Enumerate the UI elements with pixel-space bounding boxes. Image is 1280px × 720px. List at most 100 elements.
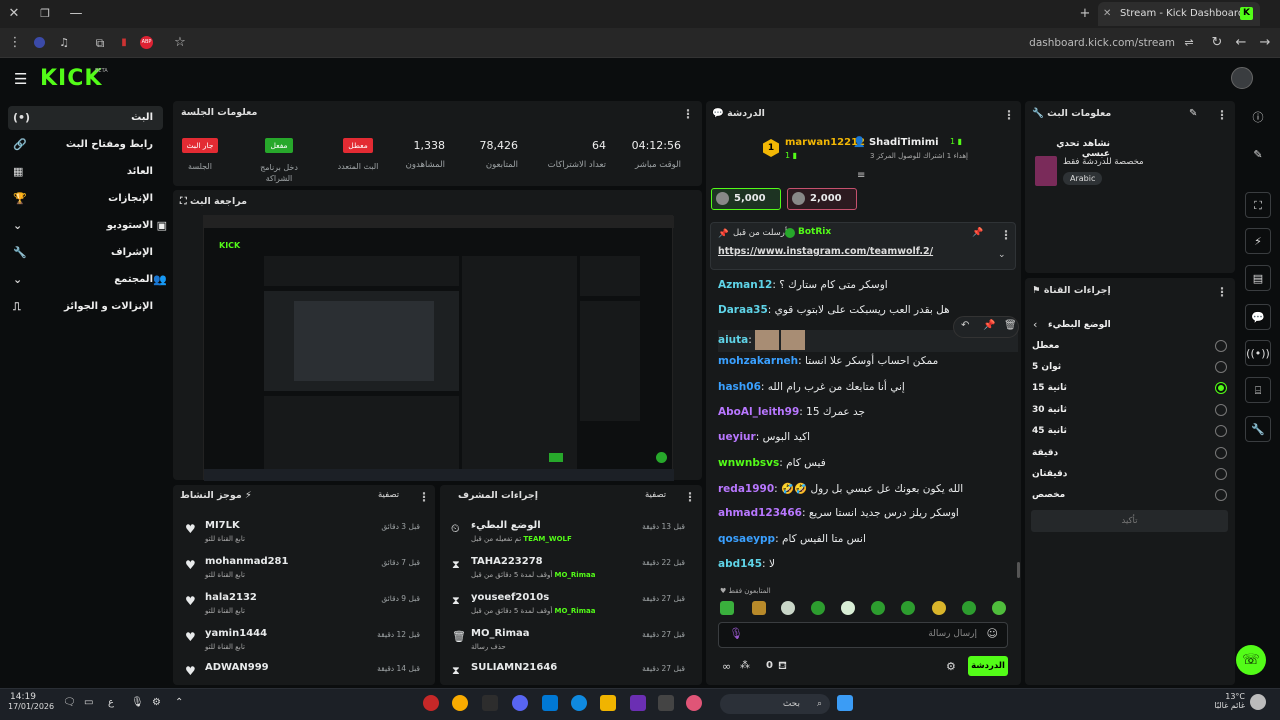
emote-icon[interactable] bbox=[992, 601, 1006, 615]
emote-icon[interactable] bbox=[811, 601, 825, 615]
extension-icon[interactable] bbox=[34, 37, 45, 48]
tab-close-icon[interactable]: ✕ bbox=[1103, 2, 1111, 26]
notification-icon[interactable]: 🗨 bbox=[63, 697, 76, 708]
reload-icon[interactable]: ↻ bbox=[1205, 31, 1229, 55]
stream-info-menu-icon[interactable]: ⋮ bbox=[1216, 109, 1228, 121]
modactions-toggle-icon[interactable]: ⌸ bbox=[1245, 377, 1271, 403]
activity-toggle-icon[interactable]: ⚡ bbox=[1245, 228, 1271, 254]
channel-actions-toggle-icon[interactable]: 🔧 bbox=[1245, 416, 1271, 442]
sidebar-item-moderation[interactable]: 🔧 الإشراف bbox=[8, 241, 163, 265]
microphone-tray-icon[interactable]: 🎙 bbox=[131, 697, 144, 708]
chat-username[interactable]: aiuta bbox=[718, 334, 748, 346]
activity-menu-icon[interactable]: ⋮ bbox=[418, 491, 430, 503]
emote-icon[interactable] bbox=[932, 601, 946, 615]
chat-username[interactable]: abd145 bbox=[718, 558, 762, 570]
tray-expand-icon[interactable]: ⌃ bbox=[175, 697, 183, 708]
chat-username[interactable]: Azman12 bbox=[718, 279, 772, 291]
emote-icon[interactable] bbox=[720, 601, 734, 615]
unpin-icon[interactable]: 📌 bbox=[972, 228, 983, 238]
slow-mode-option-2m[interactable] bbox=[1215, 468, 1227, 480]
restore-window-icon[interactable]: ❐ bbox=[33, 2, 57, 26]
expand-leaderboard-icon[interactable]: ≡ bbox=[857, 170, 865, 181]
language-indicator[interactable]: ع bbox=[108, 697, 114, 708]
sidebar-item-stream-key[interactable]: 🔗 رابط ومفتاح البث bbox=[8, 133, 163, 157]
slow-mode-option-45s[interactable] bbox=[1215, 425, 1227, 437]
modactions-filter-button[interactable]: تصفية bbox=[645, 490, 666, 500]
chat-username[interactable]: ahmad123466 bbox=[718, 507, 802, 519]
infinity-icon[interactable]: ∞ bbox=[722, 660, 731, 673]
app-icon[interactable] bbox=[630, 695, 646, 711]
edit-layout-icon[interactable]: ✎ bbox=[1245, 142, 1271, 168]
extension-music-icon[interactable]: ♫ bbox=[52, 31, 76, 55]
activity-filter-button[interactable]: تصفية bbox=[378, 490, 399, 500]
emote-icon[interactable] bbox=[841, 601, 855, 615]
edge-icon[interactable] bbox=[571, 695, 587, 711]
emote-icon[interactable] bbox=[901, 601, 915, 615]
close-window-icon[interactable]: ✕ bbox=[2, 2, 26, 26]
minimize-window-icon[interactable]: — bbox=[64, 2, 88, 26]
sidebar-item-stream[interactable]: (•) البث bbox=[8, 106, 163, 130]
network-icon[interactable]: ▭ bbox=[84, 697, 93, 708]
slow-mode-option-15s[interactable] bbox=[1215, 382, 1227, 394]
url-text[interactable]: dashboard.kick.com/stream bbox=[1000, 34, 1175, 52]
pinned-menu-icon[interactable]: ⋮ bbox=[1000, 229, 1012, 241]
chat-input[interactable]: 🎙 إرسال رسالة ☺ bbox=[718, 622, 1008, 648]
chat-scrollbar[interactable] bbox=[1017, 562, 1020, 578]
pin-message-icon[interactable]: 📌 bbox=[983, 320, 995, 331]
tray-icon[interactable]: ⚙ bbox=[152, 697, 161, 708]
edit-pencil-icon[interactable]: ✎ bbox=[1189, 108, 1197, 119]
chat-username[interactable]: mohzakarneh bbox=[718, 355, 798, 367]
chat-settings-icon[interactable]: ⚙ bbox=[946, 660, 956, 673]
sidebar-item-achievements[interactable]: 🏆 الإنجازات bbox=[8, 187, 163, 211]
file-explorer-icon[interactable] bbox=[600, 695, 616, 711]
info-icon[interactable]: ⓘ bbox=[1245, 105, 1271, 131]
slow-mode-option-5s[interactable] bbox=[1215, 361, 1227, 373]
slow-mode-option-1m[interactable] bbox=[1215, 447, 1227, 459]
session-menu-icon[interactable]: ⋮ bbox=[682, 108, 694, 120]
emoji-icon[interactable]: ☺ bbox=[987, 627, 998, 640]
sidebar-item-revenue[interactable]: ▦ العائد bbox=[8, 160, 163, 184]
extensions-icon[interactable]: ⧉ bbox=[88, 31, 112, 55]
send-chat-button[interactable]: الدردشة bbox=[968, 656, 1008, 676]
pinned-link[interactable]: https://www.instagram.com/teamwolf.2/ bbox=[718, 246, 933, 257]
chrome-icon[interactable] bbox=[452, 695, 468, 711]
bookmark-star-icon[interactable]: ☆ bbox=[168, 31, 192, 55]
broadcast-toggle-icon[interactable]: ((•)) bbox=[1245, 340, 1271, 366]
chat-username[interactable]: reda1990 bbox=[718, 483, 774, 495]
slow-mode-option-off[interactable] bbox=[1215, 340, 1227, 352]
sidebar-item-studio[interactable]: ⌄ الاستوديو ▣ bbox=[8, 214, 167, 238]
store-icon[interactable] bbox=[542, 695, 558, 711]
app-icon[interactable] bbox=[686, 695, 702, 711]
confirm-button[interactable]: تأكيد bbox=[1031, 510, 1228, 532]
app-icon[interactable] bbox=[423, 695, 439, 711]
delete-message-icon[interactable]: 🗑 bbox=[1004, 320, 1017, 331]
chat-menu-icon[interactable]: ⋮ bbox=[1003, 109, 1015, 121]
app-icon[interactable] bbox=[658, 695, 674, 711]
forward-icon[interactable]: → bbox=[1253, 31, 1277, 55]
chat-username[interactable]: hash06 bbox=[718, 381, 761, 393]
taskbar-search[interactable]: بحث ⌕ bbox=[720, 694, 830, 714]
chat-username[interactable]: ueyiur bbox=[718, 431, 756, 443]
emote-icon[interactable] bbox=[752, 601, 766, 615]
browser-tab[interactable]: ✕ Stream - Kick Dashboard K bbox=[1098, 2, 1260, 26]
app-icon[interactable] bbox=[482, 695, 498, 711]
points-icon[interactable]: ⁂ bbox=[740, 660, 750, 671]
taskbar-clock[interactable]: 14:19 17/01/2026 bbox=[8, 692, 54, 711]
pinned-by[interactable]: BotRix bbox=[798, 227, 831, 237]
chevron-down-icon[interactable]: ⌄ bbox=[998, 250, 1006, 260]
emote-icon[interactable] bbox=[962, 601, 976, 615]
sidebar-item-community[interactable]: ⌄ المجتمع 👥 bbox=[8, 268, 167, 292]
kick-logo[interactable]: KICK bbox=[40, 66, 102, 91]
emote-icon[interactable] bbox=[871, 601, 885, 615]
modactions-menu-icon[interactable]: ⋮ bbox=[684, 491, 696, 503]
hamburger-menu-icon[interactable]: ☰ bbox=[14, 70, 27, 88]
slow-mode-option-custom[interactable] bbox=[1215, 489, 1227, 501]
reply-icon[interactable]: ↶ bbox=[961, 320, 969, 331]
back-chevron-icon[interactable]: ‹ bbox=[1033, 318, 1037, 331]
slow-mode-option-30s[interactable] bbox=[1215, 404, 1227, 416]
sidebar-item-drops[interactable]: ⎍ الإنزالات و الجوائز bbox=[8, 295, 163, 319]
new-tab-button[interactable]: + bbox=[1073, 2, 1097, 26]
adblock-icon[interactable]: ABP bbox=[140, 36, 153, 49]
chat-toggle-icon[interactable]: 💬 bbox=[1245, 304, 1271, 330]
leader-name-right[interactable]: 👤 ShadiTimimi bbox=[853, 137, 939, 148]
